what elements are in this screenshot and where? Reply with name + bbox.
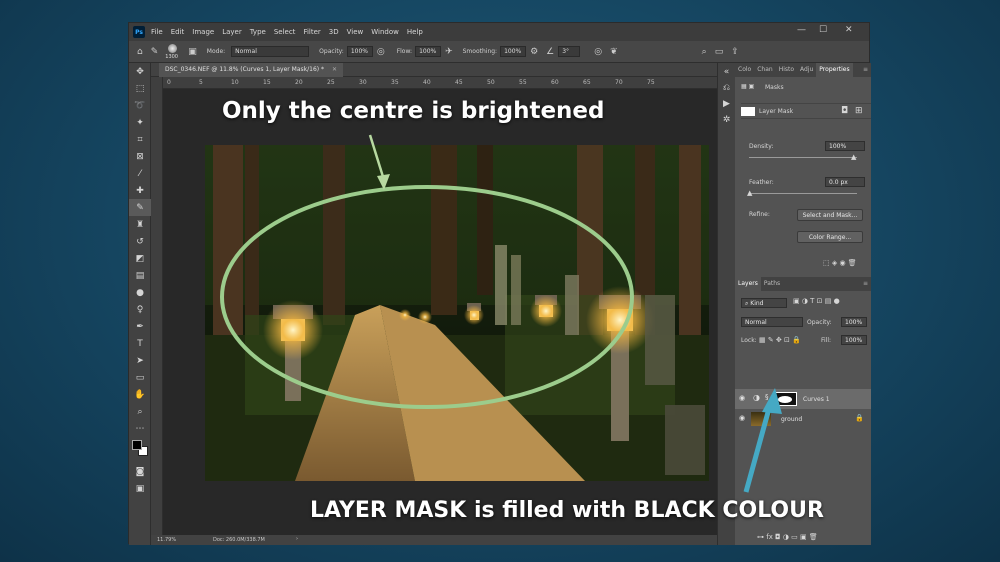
annotation-layer [220,134,782,493]
arrow-bottom-line [743,404,773,493]
highlight-ellipse [220,185,634,409]
arrow-top-line [368,134,386,181]
annotation-bottom-text: LAYER MASK is filled with BLACK COLOUR [310,498,824,523]
arrow-bottom-head [762,388,782,414]
annotation-top-text: Only the centre is brightened [222,98,605,124]
